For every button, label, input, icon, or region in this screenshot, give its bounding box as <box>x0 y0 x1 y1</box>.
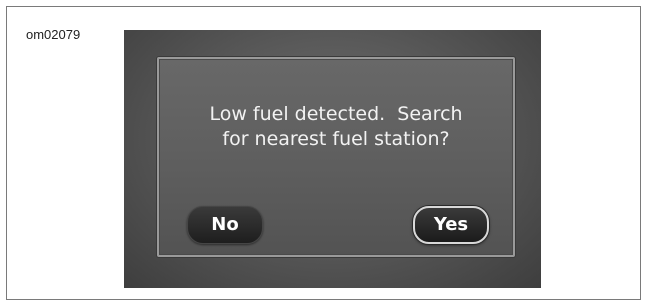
figure-frame: om02079 Low fuel detected. Search for ne… <box>6 6 641 300</box>
display-screen: Low fuel detected. Search for nearest fu… <box>124 30 541 288</box>
dialog-message: Low fuel detected. Search for nearest fu… <box>159 102 513 152</box>
dialog-message-line-1: Low fuel detected. Search <box>209 103 463 125</box>
no-button[interactable]: No <box>187 206 263 244</box>
dialog-message-line-2: for nearest fuel station? <box>222 128 450 150</box>
figure-id-label: om02079 <box>26 27 81 42</box>
low-fuel-dialog: Low fuel detected. Search for nearest fu… <box>157 57 515 257</box>
yes-button[interactable]: Yes <box>413 206 489 244</box>
